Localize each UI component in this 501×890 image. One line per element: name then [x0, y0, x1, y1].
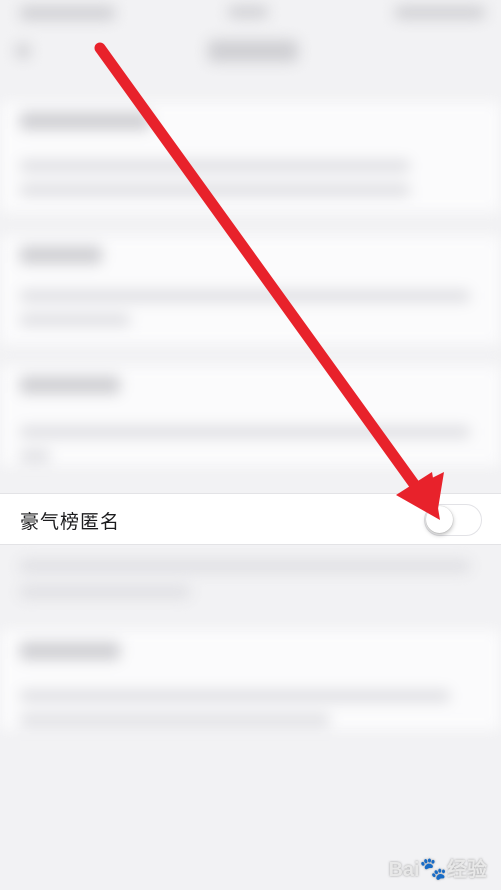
section-1-title — [20, 112, 150, 130]
section-4-desc-2 — [20, 714, 330, 726]
anonymous-ranking-toggle[interactable] — [424, 504, 482, 536]
watermark-suffix: 经验 — [447, 859, 487, 881]
section-2-desc — [20, 290, 470, 302]
section-3-desc — [20, 426, 470, 438]
toggle-knob — [426, 506, 453, 533]
back-icon — [16, 44, 30, 58]
baidu-jingyan-watermark: Bai🐾经验 — [388, 853, 487, 882]
status-bar-battery — [395, 6, 485, 19]
section-2-title — [20, 246, 102, 264]
section-2-desc-2 — [20, 314, 130, 326]
status-bar-time — [20, 6, 115, 20]
nav-title — [208, 40, 298, 62]
section-3-desc-2 — [20, 450, 50, 462]
row-desc — [20, 560, 470, 572]
watermark-text: Bai — [388, 859, 420, 881]
blurred-background — [0, 0, 501, 890]
row-desc-2 — [20, 586, 190, 598]
paw-icon: 🐾 — [419, 856, 447, 881]
status-bar-center — [228, 6, 268, 18]
anonymous-ranking-row[interactable]: 豪气榜匿名 — [0, 493, 501, 545]
anonymous-ranking-label: 豪气榜匿名 — [20, 511, 121, 533]
section-1-desc — [20, 160, 410, 172]
section-1-desc-2 — [20, 184, 410, 196]
section-3-title — [20, 376, 120, 394]
section-4-desc — [20, 690, 450, 702]
section-4-title — [20, 642, 120, 660]
